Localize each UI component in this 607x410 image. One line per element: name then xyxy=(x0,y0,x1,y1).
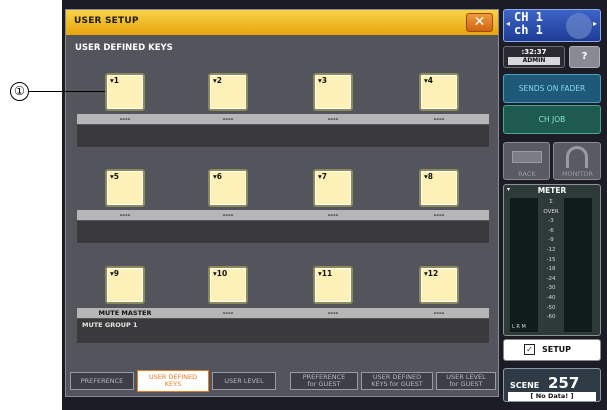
user-key-12[interactable]: ▾12 xyxy=(419,266,459,304)
help-button[interactable]: ? xyxy=(569,46,600,68)
key-number: ▾2 xyxy=(213,76,222,85)
meter-channel-labels: L R M xyxy=(512,324,526,330)
meter-title: METER xyxy=(537,186,567,195)
key-label: ---- xyxy=(222,211,234,219)
rack-button[interactable]: RACK xyxy=(503,142,550,180)
assign-area xyxy=(77,319,489,343)
headphones-icon xyxy=(566,146,588,168)
user-key-1[interactable]: ▾1 xyxy=(105,73,145,111)
key-label: ---- xyxy=(327,115,339,123)
tab-user-defined-keys[interactable]: USER DEFINED KEYS xyxy=(137,370,209,392)
user-key-6[interactable]: ▾6 xyxy=(208,169,248,207)
user-key-11[interactable]: ▾11 xyxy=(313,266,353,304)
time-user-display[interactable]: :32:37 ADMIN xyxy=(503,46,565,68)
channel-select-button[interactable]: ◂ CH 1 ch 1 ▸ xyxy=(503,9,601,42)
user-key-5[interactable]: ▾5 xyxy=(105,169,145,207)
channel-icon xyxy=(566,13,592,39)
section-title: USER DEFINED KEYS xyxy=(75,43,173,53)
key-number: ▾11 xyxy=(318,269,333,278)
channel-next-icon[interactable]: ▸ xyxy=(593,19,597,28)
tab-user-defined-keys-guest[interactable]: USER DEFINED KEYS for GUEST xyxy=(361,372,433,390)
key-label: MUTE MASTER xyxy=(98,309,152,317)
key-label: ---- xyxy=(327,211,339,219)
tab-preference[interactable]: PREFERENCE xyxy=(70,372,134,390)
meter-panel[interactable]: ▾ METER Σ OVER -3 -6 -9 -12 -15 -18 -24 -30 -40 -50… xyxy=(503,184,601,336)
user-key-9[interactable]: ▾9 xyxy=(105,266,145,304)
key-label: ---- xyxy=(119,211,131,219)
assign-area xyxy=(77,221,489,243)
user-key-10[interactable]: ▾10 xyxy=(208,266,248,304)
key-number: ▾12 xyxy=(424,269,439,278)
key-number: ▾1 xyxy=(110,76,119,85)
key-label: ---- xyxy=(119,115,131,123)
callout-marker: ① xyxy=(10,82,29,101)
sends-on-fader-button[interactable]: SENDS ON FADER xyxy=(503,74,601,103)
scene-label: SCENE xyxy=(510,381,540,390)
channel-name: CH 1 ch 1 xyxy=(514,10,543,37)
meter-right xyxy=(564,198,592,332)
rack-icon xyxy=(512,151,542,163)
key-number: ▾6 xyxy=(213,172,222,181)
close-button[interactable]: ✕ xyxy=(466,13,493,32)
key-label: ---- xyxy=(327,309,339,317)
key-number: ▾8 xyxy=(424,172,433,181)
key-number: ▾4 xyxy=(424,76,433,85)
meter-scale: Σ OVER -3 -6 -9 -12 -15 -18 -24 -30 -40 -50 -60 xyxy=(543,199,559,321)
key-number: ▾10 xyxy=(213,269,228,278)
user-key-2[interactable]: ▾2 xyxy=(208,73,248,111)
user-key-8[interactable]: ▾8 xyxy=(419,169,459,207)
user-key-7[interactable]: ▾7 xyxy=(313,169,353,207)
tab-preference-guest[interactable]: PREFERENCE for GUEST xyxy=(290,372,358,390)
meter-left xyxy=(510,198,538,332)
tab-user-level-guest[interactable]: USER LEVEL for GUEST xyxy=(436,372,496,390)
key-label: ---- xyxy=(433,115,445,123)
ch-job-button[interactable]: CH JOB xyxy=(503,105,601,134)
key-label: ---- xyxy=(433,309,445,317)
scene-display[interactable]: SCENE 257 [ No Data! ] xyxy=(503,368,601,402)
key-number: ▾5 xyxy=(110,172,119,181)
scene-name: [ No Data! ] xyxy=(508,392,596,401)
tab-user-level[interactable]: USER LEVEL xyxy=(212,372,276,390)
monitor-button[interactable]: MONITOR xyxy=(553,142,601,180)
callout-line xyxy=(29,91,109,92)
key-label: ---- xyxy=(433,211,445,219)
assign-area xyxy=(77,125,489,147)
setup-button[interactable]: ✓ SETUP xyxy=(503,339,601,361)
user-key-3[interactable]: ▾3 xyxy=(313,73,353,111)
key-number: ▾7 xyxy=(318,172,327,181)
window-title: USER SETUP xyxy=(74,16,139,26)
key-number: ▾3 xyxy=(318,76,327,85)
key-label: ---- xyxy=(222,115,234,123)
user-key-4[interactable]: ▾4 xyxy=(419,73,459,111)
key-number: ▾9 xyxy=(110,269,119,278)
checkbox-icon: ✓ xyxy=(524,344,535,355)
key-assignment: MUTE GROUP 1 xyxy=(82,321,138,329)
scene-number: 257 xyxy=(548,374,580,392)
key-label: ---- xyxy=(222,309,234,317)
channel-prev-icon[interactable]: ◂ xyxy=(506,19,510,28)
